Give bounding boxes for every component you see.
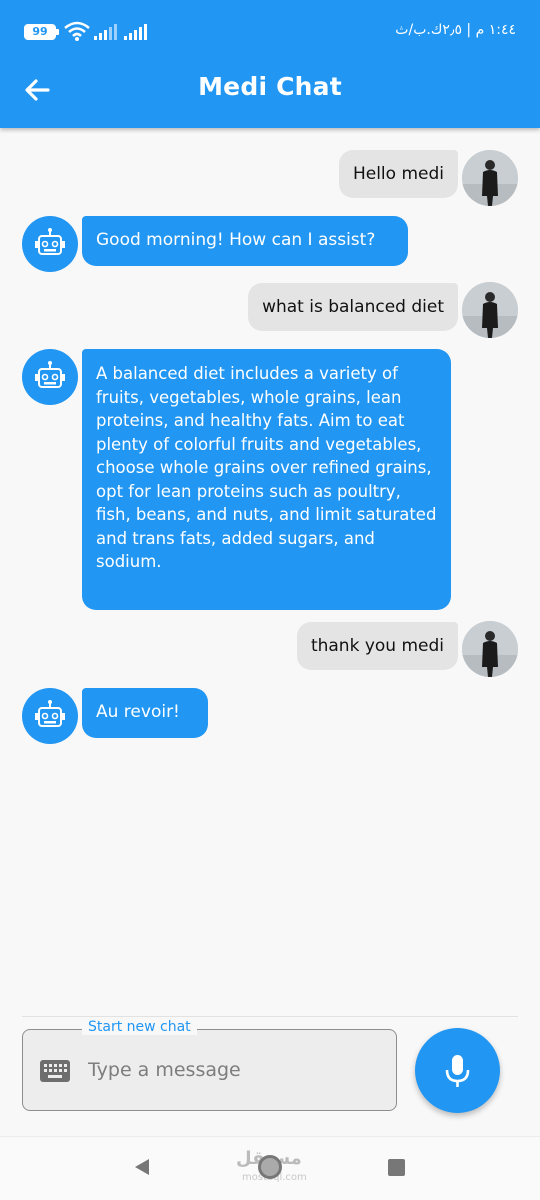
user-message-bubble: thank you medi bbox=[296, 622, 458, 670]
user-avatar bbox=[462, 282, 518, 338]
status-bar: 99 ١:٤٤ م | ٢٫٥ك.ب/ث bbox=[0, 18, 540, 48]
composer-divider bbox=[22, 1016, 518, 1017]
microphone-icon bbox=[445, 1055, 470, 1087]
user-message-bubble: Hello medi bbox=[338, 150, 458, 198]
bot-avatar bbox=[22, 216, 78, 272]
signal-icon bbox=[124, 24, 147, 40]
battery-icon: 99 bbox=[24, 24, 59, 40]
user-avatar bbox=[462, 621, 518, 677]
robot-icon bbox=[35, 228, 65, 255]
back-triangle-icon[interactable] bbox=[133, 1158, 151, 1176]
page-title: Medi Chat bbox=[198, 72, 342, 101]
home-circle-icon[interactable] bbox=[258, 1155, 282, 1179]
keyboard-icon[interactable] bbox=[40, 1060, 70, 1082]
app-header: 99 ١:٤٤ م | ٢٫٥ك.ب/ث Medi Chat bbox=[0, 0, 540, 128]
user-message-bubble: what is balanced diet bbox=[248, 283, 458, 331]
signal-icon bbox=[94, 24, 117, 40]
status-time: ١:٤٤ م | ٢٫٥ك.ب/ث bbox=[395, 22, 516, 38]
bot-message-bubble: A balanced diet includes a variety of fr… bbox=[82, 349, 451, 610]
message-input[interactable] bbox=[88, 1056, 378, 1084]
robot-icon bbox=[35, 361, 65, 388]
user-avatar bbox=[462, 150, 518, 206]
bot-message-bubble: Au revoir! bbox=[82, 688, 208, 738]
recents-square-icon[interactable] bbox=[388, 1159, 405, 1176]
wifi-icon bbox=[64, 21, 90, 41]
bot-avatar bbox=[22, 688, 78, 744]
microphone-button[interactable] bbox=[415, 1028, 500, 1113]
robot-icon bbox=[35, 700, 65, 727]
bot-message-bubble: Good morning! How can I assist? bbox=[82, 216, 408, 266]
bot-avatar bbox=[22, 349, 78, 405]
start-new-chat-label[interactable]: Start new chat bbox=[82, 1019, 197, 1035]
